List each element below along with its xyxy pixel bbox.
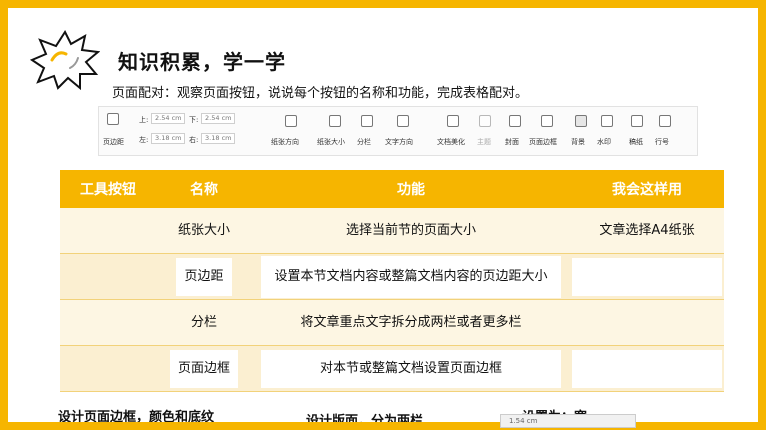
- left-margin-input[interactable]: 3.18 cm: [151, 133, 185, 144]
- cover-button[interactable]: 封面: [505, 137, 519, 147]
- name-box[interactable]: 页边距: [176, 257, 232, 296]
- paper-size-icon[interactable]: [329, 115, 341, 127]
- left-margin-label: 左:: [139, 136, 149, 144]
- doc-beautify-button[interactable]: 文档美化: [437, 137, 465, 147]
- function-cell-wrap: 对本节或整篇文档设置页面边框: [252, 346, 570, 391]
- table-row: 页面边框 对本节或整篇文档设置页面边框: [60, 346, 724, 392]
- usage-cell-wrap: [570, 346, 724, 391]
- theme-button[interactable]: 主题: [477, 137, 491, 147]
- line-number-button[interactable]: 行号: [655, 137, 669, 147]
- draft-paper-button[interactable]: 稿纸: [629, 137, 643, 147]
- text-direction-icon[interactable]: [397, 115, 409, 127]
- name-cell-wrap: 页边距: [156, 254, 252, 299]
- top-margin-input[interactable]: 2.54 cm: [151, 113, 185, 124]
- name-cell-wrap: 页面边框: [156, 346, 252, 391]
- right-margin-input[interactable]: 3.18 cm: [201, 133, 235, 144]
- instruction-text: 页面配对：观察页面按钮，说说每个按钮的名称和功能，完成表格配对。: [112, 86, 529, 101]
- function-cell: 选择当前节的页面大小: [345, 222, 476, 238]
- tool-cell: [60, 300, 156, 345]
- margins-icon[interactable]: [107, 113, 119, 125]
- bottom-note-layout: 设计版面，分为两栏: [306, 414, 424, 422]
- usage-cell: 文章选择A4纸张: [599, 222, 695, 238]
- bottom-note-border: 设计页面边框，颜色和底纹: [58, 410, 215, 422]
- header-usage: 我会这样用: [612, 182, 682, 198]
- columns-icon[interactable]: [361, 115, 373, 127]
- function-box[interactable]: 设置本节文档内容或整篇文档内容的页边距大小: [261, 255, 561, 298]
- orientation-icon[interactable]: [285, 115, 297, 127]
- top-margin-label: 上:: [139, 116, 149, 124]
- tool-cell: [60, 254, 156, 299]
- page-title: 知识积累，学一学: [118, 50, 286, 74]
- watermark-icon[interactable]: [601, 115, 613, 127]
- page-border-button[interactable]: 页面边框: [529, 137, 557, 147]
- table-row: 页边距 设置本节文档内容或整篇文档内容的页边距大小: [60, 254, 724, 300]
- header-tool-button: 工具按钮: [80, 182, 136, 198]
- matching-table: 工具按钮 名称 功能 我会这样用 纸张大小 选择当前节的页面大小 文章选择A4纸…: [60, 170, 724, 392]
- usage-cell: [570, 300, 724, 345]
- draft-paper-icon[interactable]: [631, 115, 643, 127]
- name-cell: 分栏: [190, 314, 217, 330]
- header-name: 名称: [190, 182, 218, 198]
- page-border-icon[interactable]: [541, 115, 553, 127]
- status-bar: 1.54 cm: [500, 414, 636, 428]
- function-box[interactable]: 对本节或整篇文档设置页面边框: [261, 349, 561, 388]
- bottom-margin-label: 下:: [189, 116, 199, 124]
- header-function: 功能: [397, 182, 425, 198]
- function-cell: 将文章重点文字拆分成两栏或者更多栏: [300, 314, 522, 330]
- starburst-badge-icon: [30, 30, 100, 90]
- function-cell-wrap: 设置本节文档内容或整篇文档内容的页边距大小: [252, 254, 570, 299]
- page-layout-ribbon: 页边距 上: 2.54 cm 下: 2.54 cm 左: 3.18 cm 右: …: [98, 106, 698, 156]
- paper-size-button[interactable]: 纸张大小: [317, 137, 345, 147]
- background-button[interactable]: 背景: [571, 137, 585, 147]
- table-row: 纸张大小 选择当前节的页面大小 文章选择A4纸张: [60, 208, 724, 254]
- bottom-margin-input[interactable]: 2.54 cm: [201, 113, 235, 124]
- name-cell: 纸张大小: [177, 222, 230, 238]
- line-number-icon[interactable]: [659, 115, 671, 127]
- margins-button[interactable]: 页边距: [103, 137, 124, 147]
- table-header: 工具按钮 名称 功能 我会这样用: [60, 170, 724, 208]
- text-direction-button[interactable]: 文字方向: [385, 137, 413, 147]
- tool-cell: [60, 208, 156, 253]
- usage-box[interactable]: [572, 257, 722, 296]
- columns-button[interactable]: 分栏: [357, 137, 371, 147]
- tool-cell: [60, 346, 156, 391]
- cover-icon[interactable]: [509, 115, 521, 127]
- orientation-button[interactable]: 纸张方向: [271, 137, 299, 147]
- background-icon[interactable]: [575, 115, 587, 127]
- usage-cell-wrap: [570, 254, 724, 299]
- watermark-button[interactable]: 水印: [597, 137, 611, 147]
- name-box[interactable]: 页面边框: [169, 349, 238, 388]
- doc-beautify-icon[interactable]: [447, 115, 459, 127]
- theme-icon[interactable]: [479, 115, 491, 127]
- slide: 知识积累，学一学 页面配对：观察页面按钮，说说每个按钮的名称和功能，完成表格配对…: [8, 8, 758, 422]
- usage-box[interactable]: [572, 349, 722, 388]
- table-row: 分栏 将文章重点文字拆分成两栏或者更多栏: [60, 300, 724, 346]
- right-margin-label: 右:: [189, 136, 199, 144]
